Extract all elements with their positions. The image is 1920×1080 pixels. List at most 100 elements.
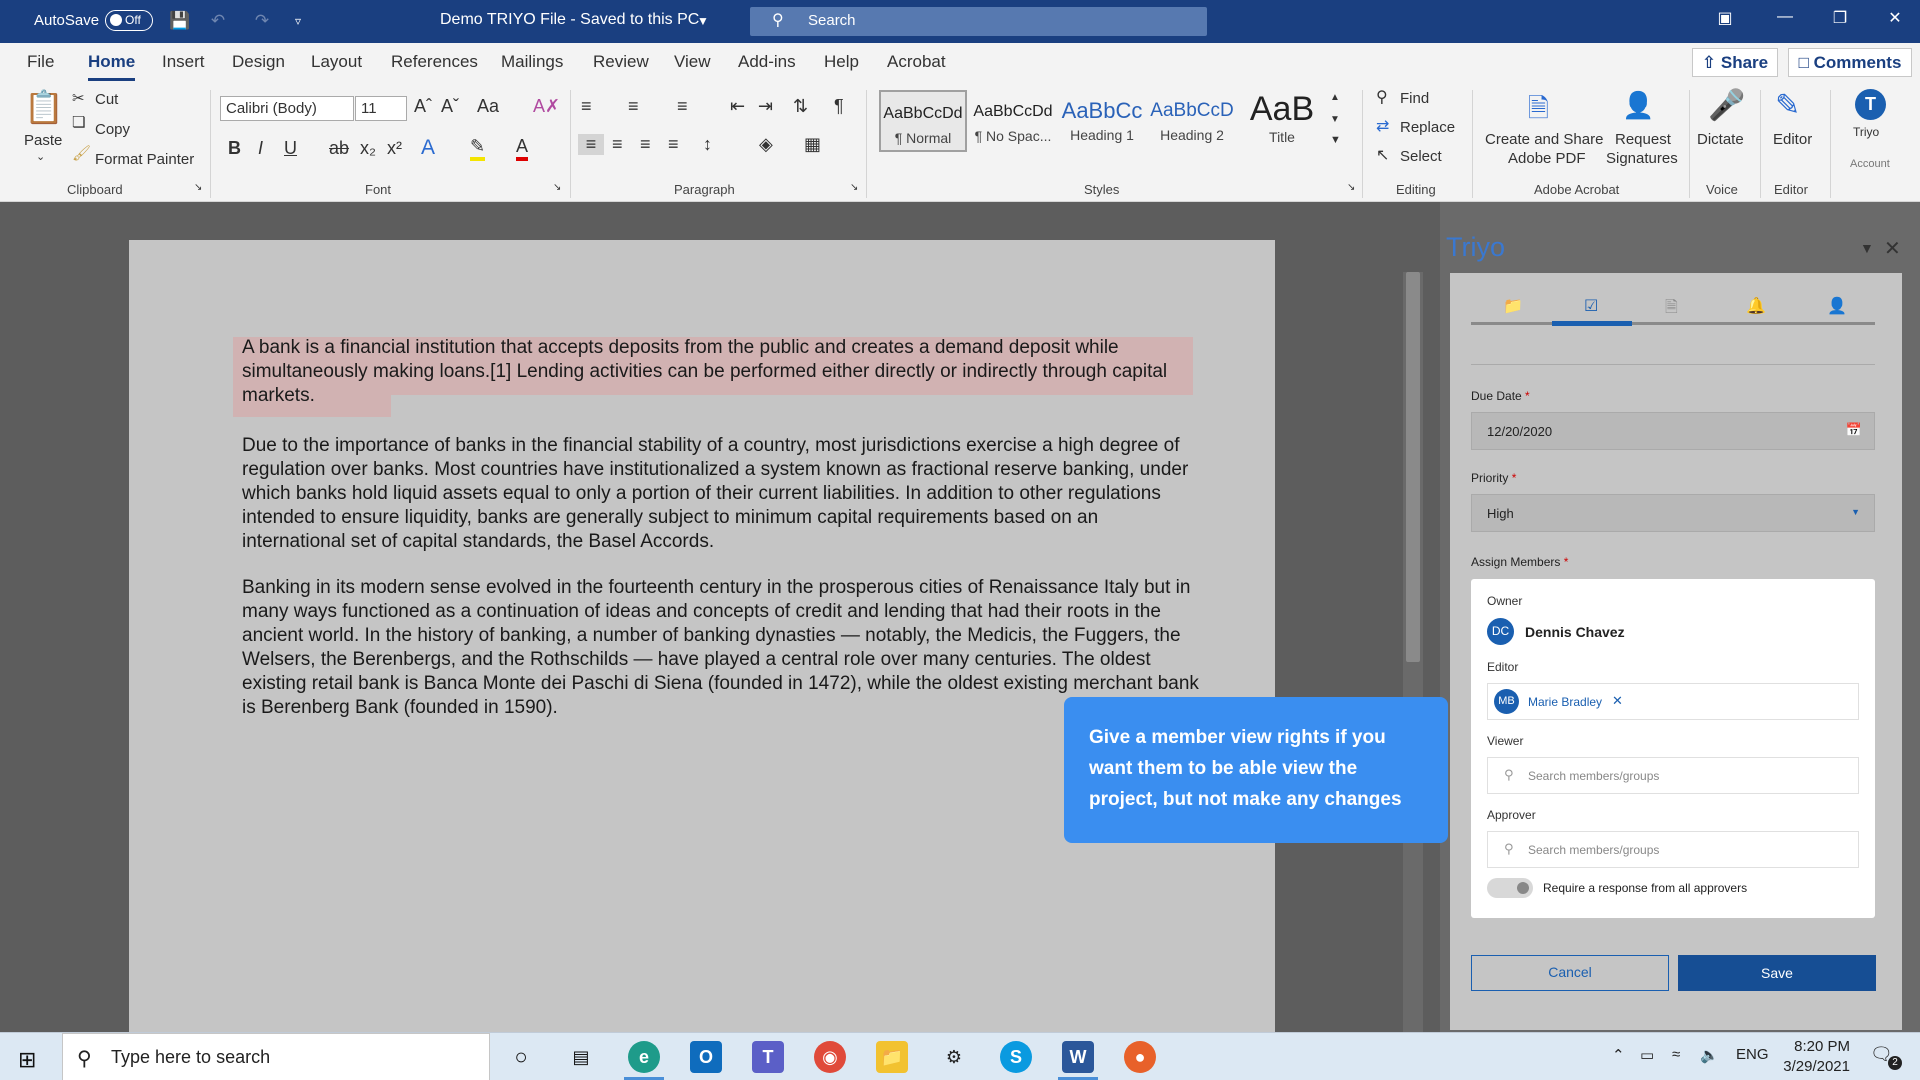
- align-left-icon[interactable]: ≡: [578, 134, 604, 155]
- notifications-tab-icon[interactable]: 🔔: [1746, 296, 1766, 316]
- paragraph-3[interactable]: Banking in its modern sense evolved in t…: [242, 576, 1202, 720]
- subscript-icon[interactable]: x₂: [360, 138, 376, 159]
- file-explorer-icon[interactable]: 📁: [876, 1041, 908, 1073]
- paste-dropdown-icon[interactable]: ⌄: [36, 150, 45, 163]
- chrome-icon[interactable]: ◉: [814, 1041, 846, 1073]
- align-center-icon[interactable]: ≡: [612, 134, 623, 155]
- microphone-icon[interactable]: 🎤: [1708, 88, 1745, 123]
- grow-font-icon[interactable]: Aˆ: [414, 96, 432, 117]
- tab-home[interactable]: Home: [88, 52, 136, 81]
- multilevel-list-icon[interactable]: ≡: [677, 96, 688, 117]
- word-icon[interactable]: W: [1062, 1041, 1094, 1073]
- bold-icon[interactable]: B: [228, 138, 241, 159]
- tab-acrobat[interactable]: Acrobat: [887, 52, 946, 72]
- pane-close-icon[interactable]: ✕: [1884, 236, 1901, 261]
- style-normal[interactable]: AaBbCcDd ¶ Normal: [879, 90, 967, 152]
- find-button[interactable]: Find: [1400, 90, 1429, 107]
- autosave-toggle[interactable]: Off: [105, 10, 153, 31]
- highlight-color-icon[interactable]: ✎: [470, 136, 486, 161]
- superscript-icon[interactable]: x²: [387, 138, 402, 159]
- scrollbar-thumb[interactable]: [1406, 272, 1420, 662]
- undo-icon[interactable]: ↶: [206, 9, 230, 33]
- pane-options-icon[interactable]: ▼: [1860, 240, 1874, 256]
- triyo-button[interactable]: Triyo: [1853, 125, 1879, 139]
- sort-icon[interactable]: ⇅: [793, 96, 808, 117]
- battery-icon[interactable]: ▭: [1640, 1046, 1654, 1064]
- firefox-icon[interactable]: ●: [1124, 1041, 1156, 1073]
- teams-icon[interactable]: T: [752, 1041, 784, 1073]
- cortana-icon[interactable]: ○: [505, 1041, 537, 1073]
- select-button[interactable]: Select: [1400, 148, 1442, 165]
- styles-scroll-up-icon[interactable]: ▲: [1330, 92, 1340, 103]
- settings-gear-icon[interactable]: ⚙: [938, 1041, 970, 1073]
- signatures-label[interactable]: Signatures: [1606, 150, 1678, 167]
- format-painter-button[interactable]: Format Painter: [95, 151, 194, 168]
- styles-launcher-icon[interactable]: ↘: [1347, 182, 1355, 193]
- show-hidden-icons-icon[interactable]: ⌃: [1612, 1046, 1625, 1064]
- tab-layout[interactable]: Layout: [311, 52, 362, 72]
- italic-icon[interactable]: I: [258, 138, 263, 159]
- borders-icon[interactable]: ▦: [804, 134, 821, 155]
- document-tab-icon[interactable]: 🗎: [1665, 296, 1678, 323]
- tab-mailings[interactable]: Mailings: [501, 52, 563, 72]
- styles-more-icon[interactable]: ▼: [1330, 134, 1341, 146]
- priority-select[interactable]: High ▼: [1471, 494, 1875, 532]
- tab-add-ins[interactable]: Add-ins: [738, 52, 796, 72]
- style-no-spacing[interactable]: AaBbCcDd ¶ No Spac...: [969, 90, 1057, 152]
- restore-icon[interactable]: ❐: [1825, 8, 1855, 28]
- bullets-icon[interactable]: ≡: [581, 96, 592, 117]
- show-marks-icon[interactable]: ¶: [834, 96, 844, 117]
- create-share-label[interactable]: Create and Share: [1485, 131, 1603, 148]
- close-icon[interactable]: ✕: [1880, 8, 1910, 28]
- font-launcher-icon[interactable]: ↘: [553, 182, 561, 193]
- windows-start-icon[interactable]: ⊞: [18, 1047, 36, 1073]
- tab-view[interactable]: View: [674, 52, 711, 72]
- change-case-icon[interactable]: Aa: [477, 96, 499, 117]
- tasks-tab-icon[interactable]: ☑: [1584, 296, 1598, 316]
- tab-design[interactable]: Design: [232, 52, 285, 72]
- decrease-indent-icon[interactable]: ⇤: [730, 96, 745, 117]
- task-view-icon[interactable]: ▤: [565, 1041, 597, 1073]
- paragraph-2[interactable]: Due to the importance of banks in the fi…: [242, 434, 1202, 554]
- styles-scroll-down-icon[interactable]: ▼: [1330, 114, 1340, 125]
- font-color-icon[interactable]: A: [516, 136, 529, 161]
- tab-review[interactable]: Review: [593, 52, 649, 72]
- replace-button[interactable]: Replace: [1400, 119, 1455, 136]
- paragraph-1[interactable]: A bank is a financial institution that a…: [242, 336, 1202, 408]
- folder-tab-icon[interactable]: 📁: [1503, 296, 1523, 316]
- strikethrough-icon[interactable]: ab: [329, 138, 349, 159]
- volume-icon[interactable]: 🔈: [1700, 1046, 1719, 1064]
- dictate-button[interactable]: Dictate: [1697, 131, 1744, 148]
- clock[interactable]: 8:20 PM 3/29/2021: [1760, 1037, 1850, 1077]
- edge-icon[interactable]: e: [628, 1041, 660, 1073]
- paragraph-launcher-icon[interactable]: ↘: [850, 182, 858, 193]
- tab-help[interactable]: Help: [824, 52, 859, 72]
- text-effects-icon[interactable]: A: [421, 136, 435, 160]
- copy-button[interactable]: Copy: [95, 121, 130, 138]
- triyo-logo-icon[interactable]: T: [1855, 89, 1886, 120]
- style-heading-2[interactable]: AaBbCcD Heading 2: [1148, 90, 1236, 152]
- editor-button[interactable]: Editor: [1773, 131, 1812, 148]
- search-box[interactable]: ⚲ Search: [750, 7, 1207, 36]
- taskbar-search[interactable]: ⚲ Type here to search: [62, 1033, 490, 1080]
- font-name-select[interactable]: Calibri (Body): [220, 96, 354, 121]
- style-heading-1[interactable]: AaBbCc Heading 1: [1058, 90, 1146, 152]
- adobe-pdf-label[interactable]: Adobe PDF: [1508, 150, 1586, 167]
- outlook-icon[interactable]: O: [690, 1041, 722, 1073]
- save-button[interactable]: Save: [1678, 955, 1876, 991]
- comments-button[interactable]: □ Comments: [1788, 48, 1912, 77]
- redo-icon[interactable]: ↷: [250, 9, 274, 33]
- document-scrollbar[interactable]: [1403, 272, 1423, 1032]
- title-dropdown-icon[interactable]: ▼: [697, 14, 709, 28]
- customize-qat-icon[interactable]: ▿: [286, 9, 310, 33]
- approver-search-input[interactable]: ⚲ Search members/groups: [1487, 831, 1859, 868]
- underline-icon[interactable]: U: [284, 138, 297, 159]
- style-title[interactable]: AaB Title: [1238, 90, 1326, 152]
- profile-tab-icon[interactable]: 👤: [1827, 296, 1847, 316]
- justify-icon[interactable]: ≡: [668, 134, 679, 155]
- paste-icon[interactable]: 📋: [24, 88, 64, 126]
- font-size-select[interactable]: 11: [355, 96, 407, 121]
- cut-button[interactable]: Cut: [95, 91, 118, 108]
- tab-insert[interactable]: Insert: [162, 52, 205, 72]
- require-response-toggle[interactable]: [1487, 878, 1533, 898]
